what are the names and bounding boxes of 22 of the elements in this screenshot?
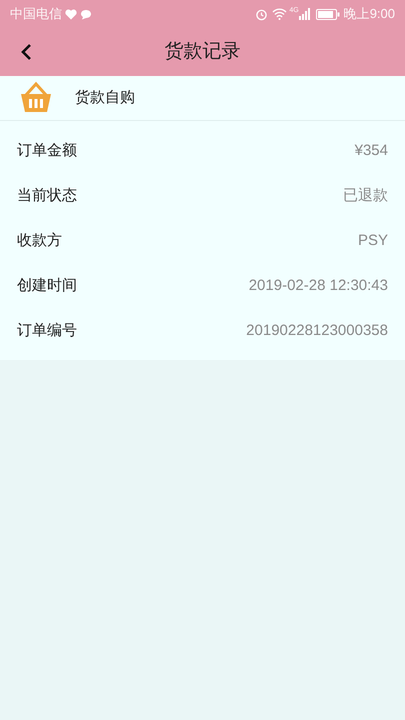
wifi-icon xyxy=(272,8,288,20)
clock-text: 晚上9:00 xyxy=(344,5,395,24)
battery-icon xyxy=(316,8,340,20)
field-value: 2019-02-28 12:30:43 xyxy=(248,276,388,296)
heart-icon xyxy=(65,8,77,20)
field-label: 创建时间 xyxy=(17,276,77,296)
back-icon xyxy=(20,43,32,61)
basket-icon xyxy=(19,81,53,115)
alarm-icon xyxy=(255,8,268,20)
chat-icon xyxy=(80,8,92,20)
field-value: PSY xyxy=(358,231,388,252)
field-label: 订单金额 xyxy=(17,141,77,162)
signal-icon xyxy=(298,8,311,20)
field-label: 收款方 xyxy=(17,231,62,252)
field-value: 已退款 xyxy=(343,186,388,206)
category-label: 货款自购 xyxy=(75,88,135,108)
field-value: ¥354 xyxy=(354,141,388,162)
field-label: 当前状态 xyxy=(17,186,77,206)
field-value: 20190228123000358 xyxy=(246,321,388,342)
page-title: 货款记录 xyxy=(164,40,240,64)
carrier-text: 中国电信 xyxy=(10,5,62,24)
field-label: 订单编号 xyxy=(17,321,77,342)
